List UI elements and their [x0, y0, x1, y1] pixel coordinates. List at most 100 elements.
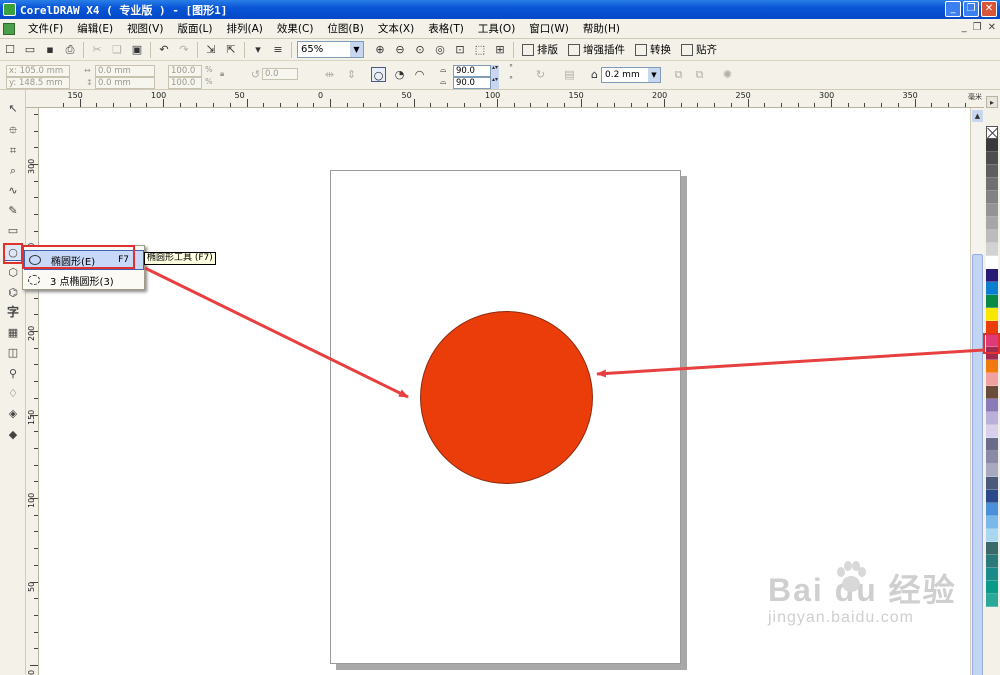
zoom-selected-icon[interactable]: ⊙	[411, 41, 429, 59]
color-swatch[interactable]	[986, 594, 998, 607]
height-field[interactable]: 0.0 mm	[95, 77, 155, 89]
doc-restore-button[interactable]: ❐	[973, 22, 982, 33]
color-swatch[interactable]	[986, 308, 998, 321]
color-swatch[interactable]	[986, 490, 998, 503]
start-angle-field[interactable]: 90.0	[453, 65, 491, 77]
color-swatch[interactable]	[986, 581, 998, 594]
color-swatch[interactable]	[986, 399, 998, 412]
pie-mode-icon[interactable]: ◔	[392, 67, 407, 82]
cut-icon[interactable]: ✂	[88, 41, 106, 59]
color-swatch[interactable]	[986, 256, 998, 269]
doc-close-button[interactable]: ✕	[988, 22, 996, 33]
color-swatch[interactable]	[986, 295, 998, 308]
menu-bitmaps[interactable]: 位图(B)	[320, 21, 370, 36]
arc-mode-icon[interactable]: ◠	[412, 67, 427, 82]
menu-table[interactable]: 表格(T)	[421, 21, 471, 36]
no-fill-swatch[interactable]	[986, 126, 998, 139]
print-icon[interactable]: ⎙	[61, 41, 79, 59]
zoom-in-icon[interactable]: ⊕	[371, 41, 389, 59]
color-swatch[interactable]	[986, 503, 998, 516]
basic-shapes-tool-icon[interactable]: ⌬	[4, 284, 22, 302]
vertical-ruler[interactable]: 300250200150100500	[26, 108, 39, 675]
copy-icon[interactable]: ❏	[108, 41, 126, 59]
horizontal-ruler[interactable]: 毫米 150 100 50 0 50 100 150 200 250 300 350	[26, 90, 984, 108]
to-front-icon[interactable]: ⧉	[692, 67, 707, 82]
color-swatch[interactable]	[986, 568, 998, 581]
smart-fill-tool-icon[interactable]: ✎	[4, 202, 22, 220]
table-tool-icon[interactable]: ▦	[4, 324, 22, 342]
snap-button[interactable]: 贴齐	[681, 42, 717, 57]
outline-width-select[interactable]: 0.2 mm ▼	[601, 67, 661, 83]
new-document-icon[interactable]: ☐	[1, 41, 19, 59]
color-swatch[interactable]	[986, 477, 998, 490]
color-swatch[interactable]	[986, 243, 998, 256]
menu-tools[interactable]: 工具(O)	[471, 21, 522, 36]
shape-tool-icon[interactable]: ⯐	[4, 122, 22, 140]
color-swatch[interactable]	[986, 204, 998, 217]
color-swatch[interactable]	[986, 412, 998, 425]
color-swatch[interactable]	[986, 373, 998, 386]
fill-tool-icon[interactable]: ◈	[4, 405, 22, 423]
direction-icon[interactable]: ↻	[533, 67, 548, 82]
export-icon[interactable]: ⇱	[222, 41, 240, 59]
scrollbar-thumb[interactable]	[972, 254, 983, 675]
menu-window[interactable]: 窗口(W)	[522, 21, 576, 36]
zoom-height-icon[interactable]: ⊞	[491, 41, 509, 59]
color-swatch[interactable]	[986, 165, 998, 178]
color-swatch[interactable]	[986, 464, 998, 477]
mirror-horizontal-icon[interactable]: ⇹	[322, 67, 337, 82]
convert-button[interactable]: 转换	[635, 42, 671, 57]
document-icon[interactable]	[3, 22, 15, 35]
rotation-field[interactable]: 0.0	[262, 68, 298, 80]
color-swatch[interactable]	[986, 425, 998, 438]
text-tool-icon[interactable]: 字	[4, 303, 22, 321]
width-field[interactable]: 0.0 mm	[95, 65, 155, 77]
palette-scroll-icon[interactable]: ▸	[986, 96, 998, 108]
welcome-screen-icon[interactable]: ≡	[269, 41, 287, 59]
menu-effects[interactable]: 效果(C)	[270, 21, 321, 36]
redo-icon[interactable]: ↷	[175, 41, 193, 59]
color-swatch[interactable]	[986, 230, 998, 243]
color-swatch[interactable]	[986, 529, 998, 542]
color-swatch[interactable]	[986, 191, 998, 204]
application-launcher-icon[interactable]: ▾	[249, 41, 267, 59]
layout-button[interactable]: 排版	[522, 42, 558, 57]
scroll-up-icon[interactable]: ▲	[972, 110, 983, 122]
freehand-tool-icon[interactable]: ∿	[4, 182, 22, 200]
close-button[interactable]: ✕	[981, 1, 997, 17]
color-swatch[interactable]	[986, 178, 998, 191]
color-swatch[interactable]	[986, 516, 998, 529]
color-swatch[interactable]	[986, 282, 998, 295]
interactive-blend-tool-icon[interactable]: ◫	[4, 344, 22, 362]
zoom-all-icon[interactable]: ◎	[431, 41, 449, 59]
end-angle-field[interactable]: 90.0	[453, 77, 491, 89]
mirror-vertical-icon[interactable]: ⇕	[344, 67, 359, 82]
eyedropper-tool-icon[interactable]: ⚲	[4, 365, 22, 383]
polygon-tool-icon[interactable]: ⬡	[4, 264, 22, 282]
rectangle-tool-icon[interactable]: ▭	[4, 222, 22, 240]
restore-button[interactable]: ❐	[963, 1, 979, 17]
y-position-field[interactable]: y: 148.5 mm	[6, 77, 70, 89]
save-icon[interactable]: ▪	[41, 41, 59, 59]
paste-icon[interactable]: ▣	[128, 41, 146, 59]
convert-to-curves-icon[interactable]: ✺	[720, 67, 735, 82]
open-folder-icon[interactable]: ▭	[21, 41, 39, 59]
vertical-scrollbar[interactable]: ▲	[970, 108, 984, 675]
zoom-tool-icon[interactable]: ⌕	[4, 162, 22, 180]
color-swatch[interactable]	[986, 542, 998, 555]
color-swatch[interactable]	[986, 139, 998, 152]
to-back-icon[interactable]: ⧉	[671, 67, 686, 82]
lock-ratio-icon[interactable]: 🔒︎	[220, 69, 224, 79]
color-swatch[interactable]	[986, 217, 998, 230]
drawing-canvas[interactable]	[39, 108, 970, 675]
plugin-button[interactable]: 增强插件	[568, 42, 625, 57]
color-swatch[interactable]	[986, 152, 998, 165]
crop-tool-icon[interactable]: ⌗	[4, 142, 22, 160]
color-swatch[interactable]	[986, 386, 998, 399]
flyout-item-3-point-ellipse[interactable]: 3 点椭圆形(3)	[24, 270, 144, 290]
color-swatch[interactable]	[986, 451, 998, 464]
color-swatch[interactable]	[986, 360, 998, 373]
wrap-text-icon[interactable]: ▤	[562, 67, 577, 82]
zoom-select[interactable]: 65% ▼	[297, 41, 364, 58]
menu-help[interactable]: 帮助(H)	[576, 21, 627, 36]
